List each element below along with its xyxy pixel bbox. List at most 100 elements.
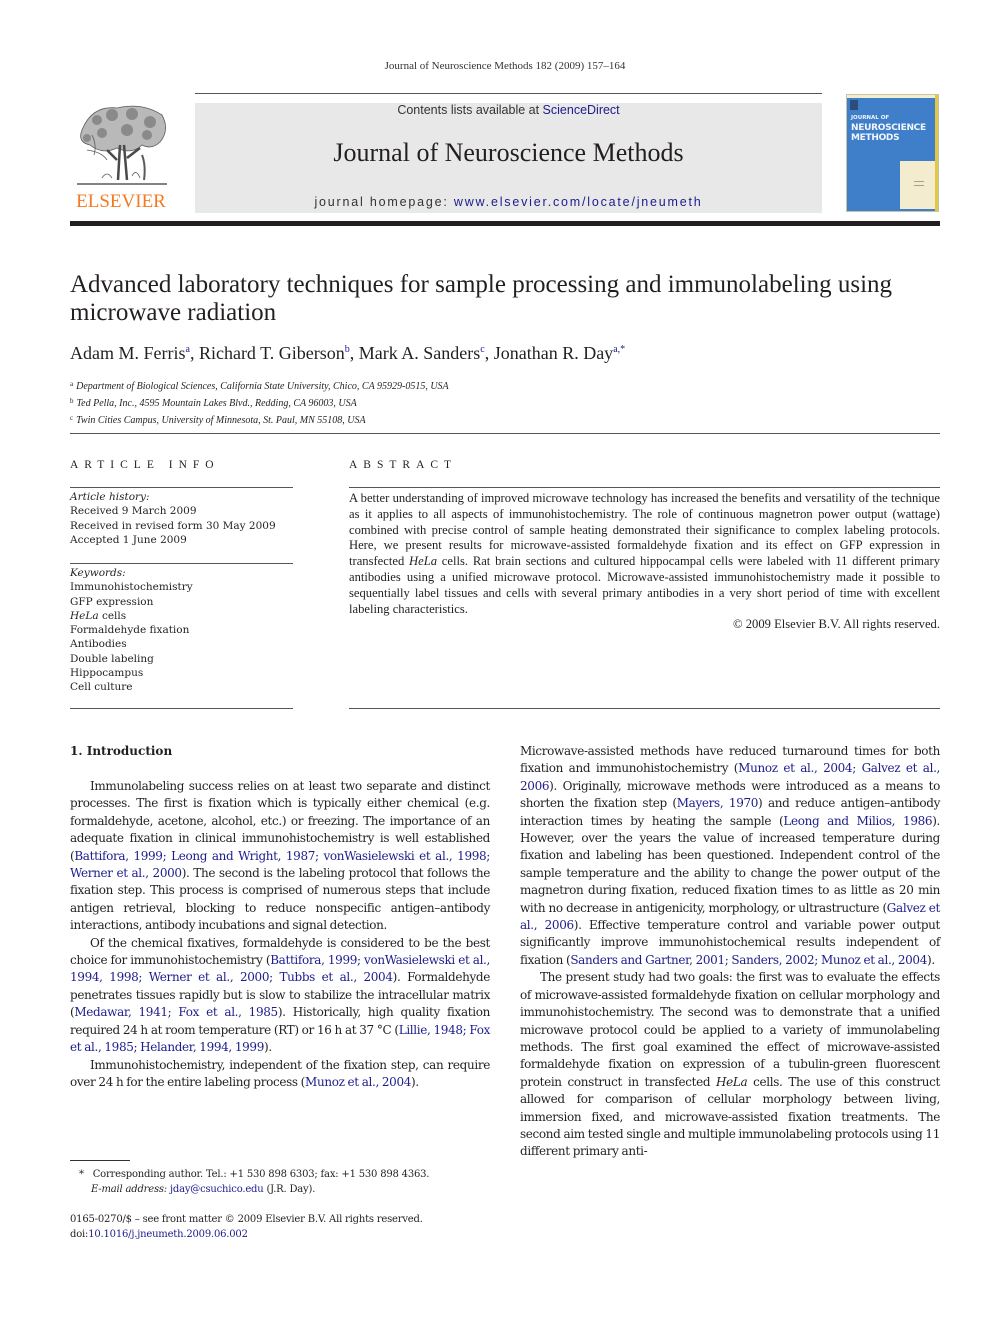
abstract-rule-1 xyxy=(349,487,940,488)
history-item: Accepted 1 June 2009 xyxy=(70,533,187,546)
contents-prefix: Contents lists available at xyxy=(397,103,543,117)
author-list: Adam M. Ferrisa, Richard T. Gibersonb, M… xyxy=(70,343,626,363)
cover-panel xyxy=(900,161,937,209)
affiliations: a Department of Biological Sciences, Cali… xyxy=(70,377,449,428)
text-run: ). However, over the years the value of … xyxy=(520,813,940,915)
article-history: Article history: Received 9 March 2009 R… xyxy=(70,490,293,547)
paragraph: Microwave-assisted methods have reduced … xyxy=(520,743,940,969)
history-item: Received 9 March 2009 xyxy=(70,505,197,518)
email-suffix: (J.R. Day). xyxy=(263,1184,316,1195)
top-rule xyxy=(195,93,822,94)
author[interactable]: Mark A. Sandersc xyxy=(359,343,485,363)
elsevier-logo[interactable]: ELSEVIER xyxy=(70,100,172,215)
journal-cover-thumbnail[interactable]: JOURNAL OF NEUROSCIENCE METHODS xyxy=(846,94,939,212)
affiliation: b Ted Pella, Inc., 4595 Mountain Lakes Bl… xyxy=(70,394,449,411)
article-info-heading: ARTICLE INFO xyxy=(70,459,220,471)
keywords: Keywords: Immunohistochemistry GFP expre… xyxy=(70,566,293,695)
abstract-text: A better understanding of improved micro… xyxy=(349,491,941,616)
issn-block: 0165-0270/$ – see front matter © 2009 El… xyxy=(70,1212,423,1242)
body-right-column: Microwave-assisted methods have reduced … xyxy=(520,743,940,1161)
paragraph: Immunohistochemistry, independent of the… xyxy=(70,1057,490,1092)
abstract-rule-2 xyxy=(349,708,940,709)
cover-edge xyxy=(935,95,938,211)
author[interactable]: Jonathan R. Daya,* xyxy=(494,343,625,363)
affiliation-key: c xyxy=(70,414,74,422)
abstract-body: A better understanding of improved micro… xyxy=(349,491,940,633)
affiliation-key: a xyxy=(70,380,74,388)
author-name: Jonathan R. Day xyxy=(493,343,614,363)
contents-line: Contents lists available at ScienceDirec… xyxy=(195,103,822,117)
keyword: Immunohistochemistry xyxy=(70,581,193,594)
author-affil-marker[interactable]: a xyxy=(186,344,190,355)
italic-text: HeLa xyxy=(716,1074,748,1089)
keyword: GFP expression xyxy=(70,595,154,608)
journal-title: Journal of Neuroscience Methods xyxy=(333,138,684,167)
paragraph: The present study had two goals: the fir… xyxy=(520,969,940,1160)
keyword: Antibodies xyxy=(70,638,127,651)
doi-prefix: doi: xyxy=(70,1229,89,1240)
masthead-rule xyxy=(70,221,940,226)
keyword: Formaldehyde fixation xyxy=(70,624,190,637)
article-info-rule-3 xyxy=(70,708,293,709)
author[interactable]: Adam M. Ferrisa xyxy=(70,343,190,363)
cover-title-line3: METHODS xyxy=(851,133,900,143)
paragraph: Of the chemical fixatives, formaldehyde … xyxy=(70,935,490,1057)
email-link[interactable]: jday@csuchico.edu xyxy=(170,1184,264,1195)
abstract-heading: ABSTRACT xyxy=(349,459,458,471)
sciencedirect-link[interactable]: ScienceDirect xyxy=(543,103,620,117)
paragraph: Immunolabeling success relies on at leas… xyxy=(70,778,490,935)
cover-title: JOURNAL OF NEUROSCIENCE METHODS xyxy=(851,113,926,143)
elsevier-tree-icon xyxy=(77,105,167,185)
author-name: Adam M. Ferris xyxy=(70,343,186,363)
affiliation-key: b xyxy=(70,397,74,405)
keywords-label: Keywords: xyxy=(70,567,126,579)
citation-link[interactable]: Leong and Milios, 1986 xyxy=(783,814,932,828)
author[interactable]: Richard T. Gibersonb xyxy=(199,343,350,363)
affiliation-text: Department of Biological Sciences, Calif… xyxy=(76,381,449,392)
keyword: HeLa cells xyxy=(70,609,127,622)
header-divider xyxy=(70,433,940,434)
journal-banner: Contents lists available at ScienceDirec… xyxy=(195,103,822,213)
body-left-column: Immunolabeling success relies on at leas… xyxy=(70,778,490,1091)
homepage-link[interactable]: www.elsevier.com/locate/jneumeth xyxy=(454,195,703,209)
author-affil-marker[interactable]: b xyxy=(345,344,350,355)
elsevier-wordmark: ELSEVIER xyxy=(76,191,166,212)
keyword: Cell culture xyxy=(70,681,133,694)
affiliation-text: Twin Cities Campus, University of Minnes… xyxy=(76,415,366,426)
email-label: E-mail address: xyxy=(91,1184,167,1195)
citation-link[interactable]: Sanders and Gartner, 2001; Sanders, 2002… xyxy=(570,953,927,967)
text-run: ). xyxy=(264,1040,272,1055)
citation-link[interactable]: Medawar, 1941; Fox et al., 1985 xyxy=(74,1005,278,1019)
cover-title-line1: JOURNAL OF xyxy=(851,115,890,121)
citation-link[interactable]: Munoz et al., 2004 xyxy=(305,1075,411,1089)
affiliation: a Department of Biological Sciences, Cali… xyxy=(70,377,449,394)
author-name: Mark A. Sanders xyxy=(358,343,481,363)
keyword-italic-part: HeLa xyxy=(70,609,99,622)
footnote-rule xyxy=(70,1160,130,1161)
running-head: Journal of Neuroscience Methods 182 (200… xyxy=(384,60,626,72)
footnote-marker: * xyxy=(78,1169,84,1180)
article-title: Advanced laboratory techniques for sampl… xyxy=(70,271,893,326)
cover-top-strip xyxy=(847,95,938,98)
abstract-copyright: © 2009 Elsevier B.V. All rights reserved… xyxy=(733,617,940,632)
affiliation-text: Ted Pella, Inc., 4595 Mountain Lakes Blv… xyxy=(76,398,357,409)
homepage-prefix: journal homepage: xyxy=(314,195,454,209)
corresponding-text: Corresponding author. Tel.: +1 530 898 6… xyxy=(92,1169,430,1180)
article-info-rule-1 xyxy=(70,487,293,488)
cover-title-line2: NEUROSCIENCE xyxy=(851,123,926,133)
article-info-rule-2 xyxy=(70,563,293,564)
issn-line: 0165-0270/$ – see front matter © 2009 El… xyxy=(70,1214,423,1225)
author-affil-marker[interactable]: a,* xyxy=(613,344,625,355)
author-name: Richard T. Giberson xyxy=(198,343,345,363)
citation-link[interactable]: Mayers, 1970 xyxy=(677,796,759,810)
journal-homepage: journal homepage: www.elsevier.com/locat… xyxy=(195,195,822,209)
keyword: Hippocampus xyxy=(70,667,144,680)
text-run: Immunohistochemistry, independent of the… xyxy=(70,1057,490,1089)
author-affil-marker[interactable]: c xyxy=(480,344,484,355)
text-run: ). xyxy=(927,952,935,967)
cover-publisher-icon xyxy=(850,100,858,110)
corresponding-author-footnote: * Corresponding author. Tel.: +1 530 898… xyxy=(70,1167,430,1197)
keyword: Double labeling xyxy=(70,652,154,665)
affiliation: c Twin Cities Campus, University of Minne… xyxy=(70,411,449,428)
doi-link[interactable]: 10.1016/j.jneumeth.2009.06.002 xyxy=(88,1229,248,1240)
